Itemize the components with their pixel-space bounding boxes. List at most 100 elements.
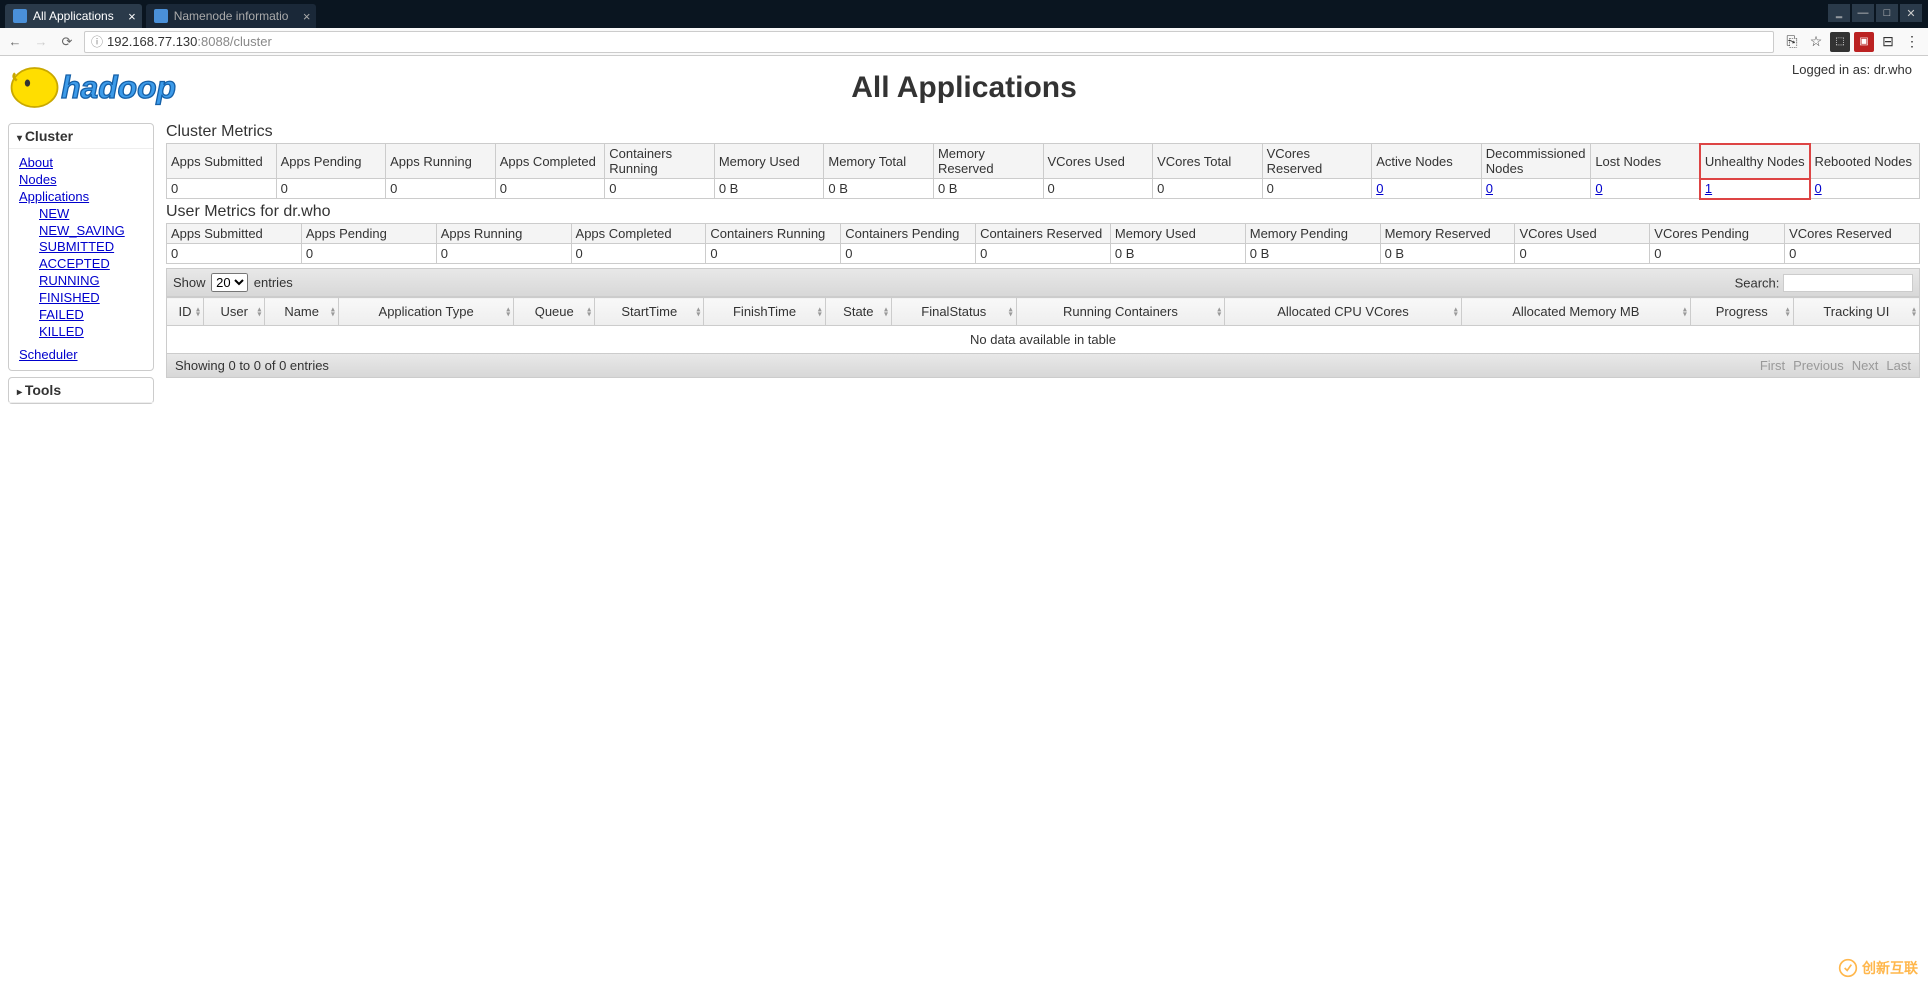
sidebar: Cluster About Nodes Applications NEWNEW_… bbox=[8, 123, 154, 410]
cluster-metric-header: VCores Used bbox=[1043, 144, 1153, 179]
cluster-metric-header: Apps Running bbox=[386, 144, 496, 179]
entries-label: entries bbox=[254, 275, 293, 290]
cluster-metrics-table: Apps SubmittedApps PendingApps RunningAp… bbox=[166, 143, 1920, 199]
sidebar-link-applications[interactable]: Applications bbox=[19, 189, 143, 206]
sidebar-link-accepted[interactable]: ACCEPTED bbox=[39, 256, 143, 273]
user-metric-value: 0 bbox=[301, 244, 436, 264]
apps-column-header[interactable]: Allocated CPU VCores▴▾ bbox=[1225, 298, 1462, 326]
pagination-first[interactable]: First bbox=[1760, 358, 1785, 373]
user-metric-header: Apps Pending bbox=[301, 224, 436, 244]
apps-column-header[interactable]: Allocated Memory MB▴▾ bbox=[1461, 298, 1690, 326]
cluster-metric-header: VCores Reserved bbox=[1262, 144, 1372, 179]
user-metric-header: VCores Pending bbox=[1650, 224, 1785, 244]
url-bar[interactable]: ⓘ 192.168.77.130:8088/cluster bbox=[84, 31, 1774, 53]
sidebar-link-finished[interactable]: FINISHED bbox=[39, 290, 143, 307]
tab-close-icon[interactable]: × bbox=[303, 9, 311, 24]
tab-title: Namenode informatio bbox=[174, 9, 289, 23]
cluster-metric-header: Lost Nodes bbox=[1591, 144, 1701, 179]
user-metric-value: 0 bbox=[167, 244, 302, 264]
sidebar-link-new[interactable]: NEW bbox=[39, 206, 143, 223]
translate-icon[interactable]: ⎘ bbox=[1782, 32, 1802, 52]
metric-link[interactable]: 0 bbox=[1595, 181, 1602, 196]
window-minimize-button[interactable]: — bbox=[1852, 4, 1874, 22]
sort-icon: ▴▾ bbox=[506, 306, 510, 317]
reload-button[interactable]: ⟳ bbox=[58, 33, 76, 51]
cluster-metric-header: Apps Pending bbox=[276, 144, 386, 179]
toolbar-icons: ⎘ ☆ ⬚ ▣ ⊟ ⋮ bbox=[1782, 32, 1922, 52]
cluster-metric-value[interactable]: 0 bbox=[1591, 179, 1701, 199]
apps-column-header[interactable]: User▴▾ bbox=[204, 298, 265, 326]
cluster-metric-header: Containers Running bbox=[605, 144, 715, 179]
cluster-metric-value[interactable]: 0 bbox=[1810, 179, 1920, 199]
metric-link[interactable]: 1 bbox=[1705, 181, 1712, 196]
cluster-metric-value: 0 bbox=[1043, 179, 1153, 199]
sort-icon: ▴▾ bbox=[1786, 306, 1790, 317]
browser-tab-1[interactable]: Namenode informatio × bbox=[146, 4, 317, 28]
window-maximize-button[interactable]: □ bbox=[1876, 4, 1898, 22]
sidebar-link-about[interactable]: About bbox=[19, 155, 143, 172]
apps-column-header[interactable]: Running Containers▴▾ bbox=[1016, 298, 1225, 326]
user-metric-header: Memory Used bbox=[1110, 224, 1245, 244]
metric-link[interactable]: 0 bbox=[1486, 181, 1493, 196]
pagination-last[interactable]: Last bbox=[1886, 358, 1911, 373]
page: hadoop All Applications Logged in as: dr… bbox=[0, 56, 1928, 414]
applications-table: ID▴▾User▴▾Name▴▾Application Type▴▾Queue▴… bbox=[166, 297, 1920, 354]
datatable-bottom-bar: Showing 0 to 0 of 0 entries FirstPreviou… bbox=[166, 354, 1920, 378]
datatable-top-bar: Show 20 entries Search: bbox=[166, 268, 1920, 297]
user-metric-header: Memory Reserved bbox=[1380, 224, 1515, 244]
menu-icon[interactable]: ⋮ bbox=[1902, 32, 1922, 52]
apps-column-header[interactable]: FinishTime▴▾ bbox=[704, 298, 825, 326]
tab-close-icon[interactable]: × bbox=[128, 9, 136, 24]
cluster-metric-value[interactable]: 0 bbox=[1372, 179, 1482, 199]
star-icon[interactable]: ☆ bbox=[1806, 32, 1826, 52]
watermark: 创新互联 bbox=[1838, 958, 1918, 978]
apps-column-header[interactable]: Queue▴▾ bbox=[514, 298, 595, 326]
pagination-previous[interactable]: Previous bbox=[1793, 358, 1844, 373]
window-min-icon[interactable]: ‗ bbox=[1828, 4, 1850, 22]
cluster-metric-value: 0 bbox=[276, 179, 386, 199]
extension-icon-3[interactable]: ⊟ bbox=[1878, 32, 1898, 52]
sidebar-link-submitted[interactable]: SUBMITTED bbox=[39, 239, 143, 256]
cluster-metric-value[interactable]: 1 bbox=[1700, 179, 1810, 199]
sidebar-header-cluster[interactable]: Cluster bbox=[9, 124, 153, 149]
sidebar-link-running[interactable]: RUNNING bbox=[39, 273, 143, 290]
user-metric-header: Apps Completed bbox=[571, 224, 706, 244]
tab-bar: All Applications×Namenode informatio× ‗ … bbox=[0, 0, 1928, 28]
extension-icon-1[interactable]: ⬚ bbox=[1830, 32, 1850, 52]
cluster-metric-header: Memory Reserved bbox=[933, 144, 1043, 179]
user-metric-value: 0 bbox=[1785, 244, 1920, 264]
apps-column-header[interactable]: StartTime▴▾ bbox=[595, 298, 704, 326]
login-status: Logged in as: dr.who bbox=[1792, 62, 1912, 77]
user-metric-value: 0 bbox=[1650, 244, 1785, 264]
window-close-button[interactable]: ✕ bbox=[1900, 4, 1922, 22]
sort-icon: ▴▾ bbox=[1912, 306, 1916, 317]
cluster-metric-header: Memory Used bbox=[714, 144, 824, 179]
apps-column-header[interactable]: Name▴▾ bbox=[265, 298, 339, 326]
cluster-metric-value[interactable]: 0 bbox=[1481, 179, 1591, 199]
browser-tab-0[interactable]: All Applications× bbox=[5, 4, 142, 28]
user-metric-value: 0 bbox=[571, 244, 706, 264]
forward-button[interactable]: → bbox=[32, 33, 50, 51]
apps-column-header[interactable]: ID▴▾ bbox=[167, 298, 204, 326]
sidebar-link-failed[interactable]: FAILED bbox=[39, 307, 143, 324]
sidebar-link-scheduler[interactable]: Scheduler bbox=[19, 347, 143, 364]
apps-column-header[interactable]: Application Type▴▾ bbox=[338, 298, 513, 326]
sort-icon: ▴▾ bbox=[1009, 306, 1013, 317]
extension-icon-2[interactable]: ▣ bbox=[1854, 32, 1874, 52]
user-metric-value: 0 bbox=[436, 244, 571, 264]
search-input[interactable] bbox=[1783, 274, 1913, 292]
sidebar-header-tools[interactable]: Tools bbox=[9, 378, 153, 403]
pagination-next[interactable]: Next bbox=[1852, 358, 1879, 373]
apps-column-header[interactable]: FinalStatus▴▾ bbox=[891, 298, 1016, 326]
sidebar-link-nodes[interactable]: Nodes bbox=[19, 172, 143, 189]
back-button[interactable]: ← bbox=[6, 33, 24, 51]
apps-column-header[interactable]: Tracking UI▴▾ bbox=[1793, 298, 1919, 326]
user-metric-value: 0 B bbox=[1380, 244, 1515, 264]
metric-link[interactable]: 0 bbox=[1376, 181, 1383, 196]
show-entries-select[interactable]: 20 bbox=[211, 273, 248, 292]
metric-link[interactable]: 0 bbox=[1814, 181, 1821, 196]
apps-column-header[interactable]: Progress▴▾ bbox=[1690, 298, 1793, 326]
sidebar-link-killed[interactable]: KILLED bbox=[39, 324, 143, 341]
sidebar-link-new_saving[interactable]: NEW_SAVING bbox=[39, 223, 143, 240]
apps-column-header[interactable]: State▴▾ bbox=[825, 298, 891, 326]
